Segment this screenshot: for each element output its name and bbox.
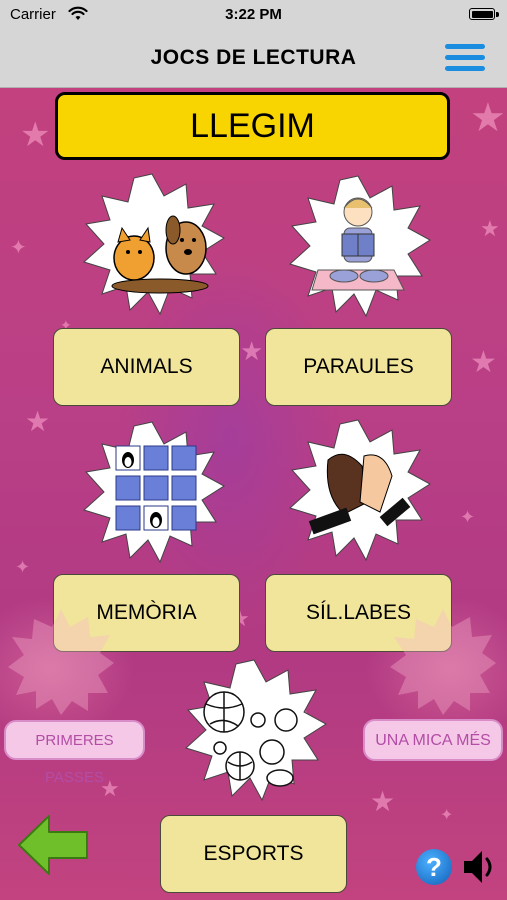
back-arrow-icon[interactable]: [15, 812, 91, 883]
star-decoration: ★: [480, 216, 500, 241]
clock: 3:22 PM: [225, 6, 282, 23]
cat-dog-icon[interactable]: [78, 170, 226, 322]
star-decoration: ✦: [15, 557, 31, 577]
esports-button[interactable]: ESPORTS: [160, 815, 347, 893]
help-icon[interactable]: ?: [416, 849, 452, 885]
star-decoration: ★: [470, 346, 497, 379]
hamburger-menu-icon[interactable]: [445, 44, 485, 74]
star-decoration: ★: [20, 116, 51, 154]
una-mica-mes-button[interactable]: UNA MICA MÉS: [363, 719, 503, 761]
battery-tip: [496, 12, 499, 17]
star-decoration: ✦: [10, 237, 27, 259]
girl-reading-icon[interactable]: [284, 172, 432, 320]
battery-icon: [469, 8, 495, 20]
status-bar: Carrier 3:22 PM: [0, 0, 507, 30]
speaker-icon[interactable]: [460, 847, 500, 892]
star-decoration: ★: [240, 336, 264, 366]
clapping-hands-icon[interactable]: [284, 416, 432, 564]
page-title: JOCS DE LECTURA: [150, 46, 357, 69]
primeres-passes-button[interactable]: PRIMERES PASSES: [4, 720, 145, 786]
navigation-bar: JOCS DE LECTURA: [0, 30, 507, 88]
books-icon: [388, 605, 498, 715]
star-decoration: ✦: [440, 807, 454, 824]
sports-balls-icon[interactable]: [180, 656, 328, 806]
star-decoration: ✦: [460, 507, 476, 527]
animals-button[interactable]: ANIMALS: [53, 328, 240, 406]
memory-cards-icon[interactable]: [78, 418, 226, 566]
llegim-header-button[interactable]: LLEGIM: [55, 92, 450, 160]
star-decoration: ★: [470, 96, 506, 140]
star-decoration: ★: [370, 786, 396, 817]
star-decoration: ★: [25, 406, 51, 437]
paraules-button[interactable]: PARAULES: [265, 328, 452, 406]
baby-icon: [6, 605, 116, 715]
